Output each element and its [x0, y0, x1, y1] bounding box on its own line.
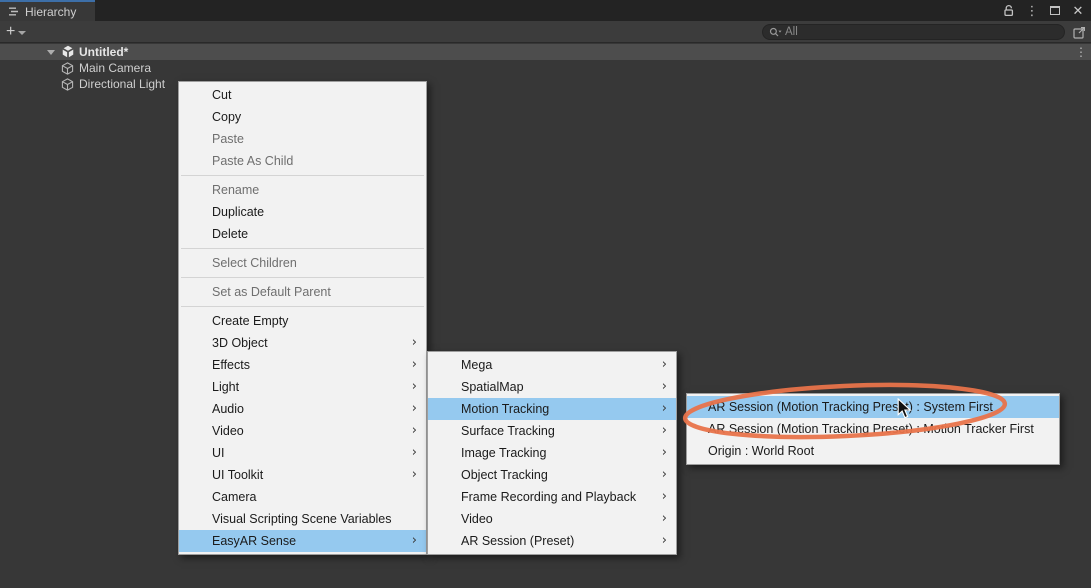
- plus-icon: +: [6, 24, 15, 40]
- context-menu: Cut Copy Paste Paste As Child Rename Dup…: [178, 81, 427, 555]
- menu-item-object-tracking[interactable]: Object Tracking›: [428, 464, 676, 486]
- menu-item-ar-session-system-first[interactable]: AR Session (Motion Tracking Preset) : Sy…: [687, 396, 1059, 418]
- tree-item-directional-light[interactable]: Directional Light: [0, 76, 1091, 92]
- menu-item-ui[interactable]: UI›: [179, 442, 426, 464]
- menu-item-camera[interactable]: Camera: [179, 486, 426, 508]
- unlock-icon[interactable]: [1002, 4, 1016, 18]
- menu-separator: [181, 248, 424, 249]
- menu-item-audio[interactable]: Audio›: [179, 398, 426, 420]
- submenu-arrow-icon: ›: [412, 354, 417, 376]
- menu-item-3d-object[interactable]: 3D Object›: [179, 332, 426, 354]
- menu-item-mega[interactable]: Mega›: [428, 354, 676, 376]
- submenu-arrow-icon: ›: [662, 442, 667, 464]
- search-icon: [769, 27, 782, 38]
- menu-item-cut[interactable]: Cut: [179, 84, 426, 106]
- menu-item-ar-session-preset[interactable]: AR Session (Preset)›: [428, 530, 676, 552]
- menu-separator: [181, 277, 424, 278]
- menu-item-visual-scripting-scene-variables[interactable]: Visual Scripting Scene Variables: [179, 508, 426, 530]
- menu-item-copy[interactable]: Copy: [179, 106, 426, 128]
- scene-label: Untitled*: [79, 45, 128, 59]
- chevron-down-icon: [18, 31, 26, 35]
- submenu-arrow-icon: ›: [662, 508, 667, 530]
- submenu-arrow-icon: ›: [412, 464, 417, 486]
- submenu-arrow-icon: ›: [412, 398, 417, 420]
- search-input[interactable]: [785, 26, 1058, 38]
- menu-item-effects[interactable]: Effects›: [179, 354, 426, 376]
- menu-item-paste-as-child: Paste As Child: [179, 150, 426, 172]
- panel-menu-icon[interactable]: ⋮: [1025, 4, 1039, 18]
- menu-item-paste: Paste: [179, 128, 426, 150]
- tab-hierarchy[interactable]: Hierarchy: [0, 0, 95, 21]
- menu-item-ui-toolkit[interactable]: UI Toolkit›: [179, 464, 426, 486]
- submenu-arrow-icon: ›: [662, 530, 667, 552]
- submenu-arrow-icon: ›: [662, 354, 667, 376]
- maximize-icon[interactable]: [1048, 4, 1062, 18]
- menu-item-video[interactable]: Video›: [179, 420, 426, 442]
- menu-item-motion-tracking[interactable]: Motion Tracking›: [428, 398, 676, 420]
- unity-scene-icon: [61, 45, 75, 59]
- unity-hierarchy-window: Hierarchy ⋮ ✕ + U: [0, 0, 1091, 588]
- menu-item-easyar-sense[interactable]: EasyAR Sense›: [179, 530, 426, 552]
- menu-item-light[interactable]: Light›: [179, 376, 426, 398]
- submenu-arrow-icon: ›: [662, 486, 667, 508]
- submenu-arrow-icon: ›: [412, 332, 417, 354]
- menu-item-create-empty[interactable]: Create Empty: [179, 310, 426, 332]
- menu-item-frame-recording-and-playback[interactable]: Frame Recording and Playback›: [428, 486, 676, 508]
- submenu-arrow-icon: ›: [662, 420, 667, 442]
- tree-item-label: Directional Light: [79, 77, 165, 91]
- submenu-arrow-icon: ›: [662, 464, 667, 486]
- submenu-arrow-icon: ›: [412, 442, 417, 464]
- menu-item-video[interactable]: Video›: [428, 508, 676, 530]
- gameobject-cube-icon: [61, 62, 74, 75]
- submenu-arrow-icon: ›: [662, 376, 667, 398]
- submenu-arrow-icon: ›: [412, 530, 417, 552]
- scene-options-icon[interactable]: ⋮: [1075, 45, 1087, 59]
- scene-row-untitled[interactable]: Untitled* ⋮: [0, 44, 1091, 60]
- menu-separator: [181, 306, 424, 307]
- menu-item-delete[interactable]: Delete: [179, 223, 426, 245]
- gameobject-cube-icon: [61, 78, 74, 91]
- menu-item-duplicate[interactable]: Duplicate: [179, 201, 426, 223]
- menu-item-spatialmap[interactable]: SpatialMap›: [428, 376, 676, 398]
- menu-item-select-children: Select Children: [179, 252, 426, 274]
- menu-item-rename: Rename: [179, 179, 426, 201]
- menu-item-ar-session-motion-tracker-first[interactable]: AR Session (Motion Tracking Preset) : Mo…: [687, 418, 1059, 440]
- submenu-arrow-icon: ›: [412, 420, 417, 442]
- submenu-arrow-icon: ›: [412, 376, 417, 398]
- tree-item-label: Main Camera: [79, 61, 151, 75]
- create-object-button[interactable]: +: [6, 21, 26, 43]
- submenu-arrow-icon: ›: [662, 398, 667, 420]
- open-search-window-icon[interactable]: [1071, 24, 1087, 40]
- search-box[interactable]: [762, 24, 1065, 40]
- menu-item-image-tracking[interactable]: Image Tracking›: [428, 442, 676, 464]
- close-icon[interactable]: ✕: [1071, 4, 1085, 18]
- menu-item-set-as-default-parent: Set as Default Parent: [179, 281, 426, 303]
- motion-tracking-submenu: AR Session (Motion Tracking Preset) : Sy…: [686, 393, 1060, 465]
- tab-title: Hierarchy: [25, 5, 76, 19]
- hierarchy-tab-icon: [6, 5, 20, 19]
- foldout-expanded-icon[interactable]: [47, 50, 55, 55]
- titlebar-icons: ⋮ ✕: [1002, 0, 1085, 21]
- easyar-sense-submenu: Mega› SpatialMap› Motion Tracking› Surfa…: [427, 351, 677, 555]
- hierarchy-toolbar: +: [0, 21, 1091, 43]
- title-bar: Hierarchy ⋮ ✕: [0, 0, 1091, 21]
- menu-item-surface-tracking[interactable]: Surface Tracking›: [428, 420, 676, 442]
- menu-item-origin-world-root[interactable]: Origin : World Root: [687, 440, 1059, 462]
- tree-item-main-camera[interactable]: Main Camera: [0, 60, 1091, 76]
- menu-separator: [181, 175, 424, 176]
